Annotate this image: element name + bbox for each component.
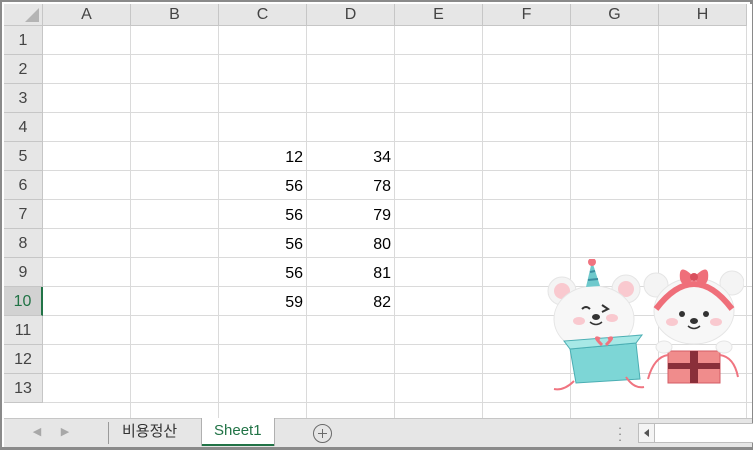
sheet-tab-비용정산[interactable]: 비용정산 bbox=[110, 419, 189, 446]
plus-circle-icon[interactable] bbox=[313, 424, 332, 443]
row-header-12[interactable]: 12 bbox=[4, 345, 43, 374]
left-bear-icon bbox=[547, 259, 645, 391]
tab-divider bbox=[108, 422, 109, 444]
column-header-c[interactable]: C bbox=[219, 4, 307, 26]
cell-c9[interactable]: 56 bbox=[219, 258, 307, 287]
column-header-e[interactable]: E bbox=[395, 4, 483, 26]
column-header-h[interactable]: H bbox=[659, 4, 747, 26]
row-header-8[interactable]: 8 bbox=[4, 229, 43, 258]
column-header-b[interactable]: B bbox=[131, 4, 219, 26]
select-all-triangle-icon bbox=[25, 8, 39, 22]
column-headers: ABCDEFGH bbox=[43, 4, 752, 26]
row-header-5[interactable]: 5 bbox=[4, 142, 43, 171]
row-header-3[interactable]: 3 bbox=[4, 84, 43, 113]
row-header-9[interactable]: 9 bbox=[4, 258, 43, 287]
cell-c6[interactable]: 56 bbox=[219, 171, 307, 200]
cell-c7[interactable]: 56 bbox=[219, 200, 307, 229]
cell-d8[interactable]: 80 bbox=[307, 229, 395, 258]
triangle-right-icon[interactable]: ▶ bbox=[58, 425, 72, 438]
cell-d7[interactable]: 79 bbox=[307, 200, 395, 229]
column-header-g[interactable]: G bbox=[571, 4, 659, 26]
column-header-d[interactable]: D bbox=[307, 4, 395, 26]
triangle-left-icon[interactable]: ◀ bbox=[30, 425, 44, 438]
row-header-7[interactable]: 7 bbox=[4, 200, 43, 229]
cell-d9[interactable]: 81 bbox=[307, 258, 395, 287]
column-header-f[interactable]: F bbox=[483, 4, 571, 26]
row-header-11[interactable]: 11 bbox=[4, 316, 43, 345]
column-header-a[interactable]: A bbox=[43, 4, 131, 26]
select-all-corner[interactable] bbox=[4, 4, 43, 26]
vertical-dots-icon[interactable]: · · · bbox=[617, 421, 623, 446]
row-header-1[interactable]: 1 bbox=[4, 26, 43, 55]
sheet-tab-sheet1[interactable]: Sheet1 bbox=[202, 418, 274, 446]
row-header-6[interactable]: 6 bbox=[4, 171, 43, 200]
scroll-left-arrow-icon[interactable] bbox=[639, 424, 655, 442]
cell-c10[interactable]: 59 bbox=[219, 287, 307, 316]
cell-c8[interactable]: 56 bbox=[219, 229, 307, 258]
worksheet-grid: ABCDEFGH 1 2 3 4 5 6 7 8 9 10 11 12 13 12 34 56 78 56 79 5… bbox=[4, 4, 752, 418]
row-header-4[interactable]: 4 bbox=[4, 113, 43, 142]
right-bear-icon bbox=[643, 269, 744, 384]
row-header-10[interactable]: 10 bbox=[4, 287, 43, 316]
cell-d6[interactable]: 78 bbox=[307, 171, 395, 200]
bear-sticker-image[interactable] bbox=[544, 259, 744, 409]
cell-c5[interactable]: 12 bbox=[219, 142, 307, 171]
horizontal-scrollbar[interactable] bbox=[638, 423, 753, 443]
cell-d10[interactable]: 82 bbox=[307, 287, 395, 316]
spreadsheet-window: ABCDEFGH 1 2 3 4 5 6 7 8 9 10 11 12 13 12 34 56 78 56 79 5… bbox=[0, 0, 753, 450]
row-header-13[interactable]: 13 bbox=[4, 374, 43, 403]
row-header-2[interactable]: 2 bbox=[4, 55, 43, 84]
cell-d5[interactable]: 34 bbox=[307, 142, 395, 171]
sheet-tab-bar: ◀ ▶ 비용정산 Sheet1 · · · bbox=[4, 418, 753, 447]
